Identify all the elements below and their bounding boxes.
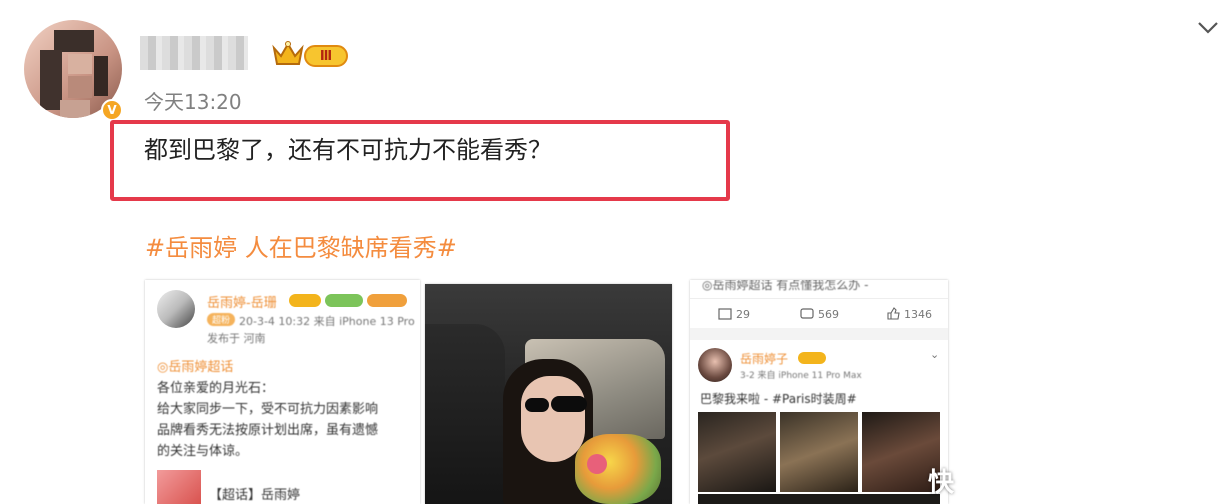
divider [690,298,948,299]
repost-count: 29 [736,308,750,321]
crown-icon [289,294,321,307]
photo-thumb [780,412,858,492]
photo-row [698,494,940,504]
crown-icon [272,41,304,65]
image1-greeting: 各位亲爱的月光石： [157,381,275,396]
watermark: 快 [928,468,955,498]
image1-username: 岳雨婷-岳珊 [207,296,277,311]
chevron-down-icon: ⌄ [930,348,940,361]
avatar [157,290,195,328]
badge-icon [367,294,407,307]
image1-meta: 20-3-4 10:32 来自 iPhone 13 Pro [239,315,415,328]
verified-icon: V [101,99,123,121]
comment-icon [800,308,814,319]
photo-thumb [698,412,776,492]
crown-icon [798,352,826,364]
face [521,376,585,462]
sunglasses-icon [551,396,587,412]
image3-meta: 3-2 来自 iPhone 11 Pro Max [740,371,862,381]
image1-body-line: 的关注与体谅。 [157,444,249,459]
post-image-1[interactable]: 岳雨婷-岳珊 超粉 20-3-4 10:32 来自 iPhone 13 Pro … [145,280,420,504]
image1-body-line: 给大家同步一下，受不可抗力因素影响 [157,402,379,417]
chevron-down-icon[interactable] [1196,15,1220,39]
comment-count: 569 [818,308,839,321]
image3-topic-line: ◎岳雨婷超话 有点懂我怎么办 - [702,280,869,292]
badge-icon [325,294,363,307]
image3-username: 岳雨婷子 [740,352,789,366]
username[interactable] [140,36,248,70]
repost-icon [718,308,732,320]
image1-footer: 【超话】岳雨婷 [209,488,301,503]
hashtag-link[interactable]: #岳雨婷 人在巴黎缺席看秀# [145,228,457,263]
car-seat [425,324,505,504]
image1-sub-meta: 发布于 河南 [207,332,266,345]
divider [690,328,948,340]
thumbnail [157,470,201,504]
image1-body-line: 品牌看秀无法按原计划出席，虽有遗憾 [157,423,379,438]
post-image-2[interactable] [425,284,672,504]
super-fan-badge: 超粉 [207,313,235,326]
image1-topic: ◎岳雨婷超话 [157,360,234,375]
post-text: 都到巴黎了，还有不可抗力不能看秀？ [144,136,552,164]
avatar [698,348,732,382]
flower [587,454,607,474]
post-image-3[interactable]: ◎岳雨婷超话 有点懂我怎么办 - 29 569 1346 岳雨婷子 3-2 来自… [690,280,948,504]
post-timestamp[interactable]: 今天13:20 [144,86,242,115]
like-icon [887,307,900,320]
like-count: 1346 [904,308,932,321]
image3-post-line: 巴黎我来啦 - #Paris时装周# [700,392,857,406]
sunglasses-icon [525,398,549,412]
level-badge[interactable]: Ⅲ [304,45,348,67]
